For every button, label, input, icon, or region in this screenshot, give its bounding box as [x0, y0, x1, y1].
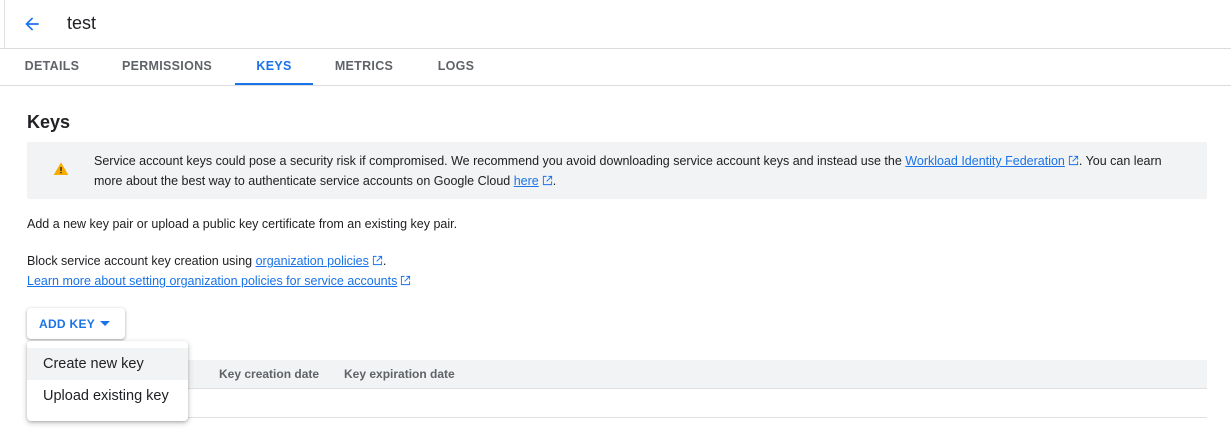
dropdown-caret-icon [100, 321, 110, 326]
arrow-back-icon [25, 17, 39, 31]
column-header-creation-date: Key creation date [219, 367, 320, 381]
section-title: Keys [27, 112, 71, 132]
external-link-icon [372, 255, 382, 266]
learn-more-org-policies-link[interactable]: Learn more about setting organization po… [27, 274, 397, 288]
add-key-label: ADD KEY [39, 317, 96, 331]
organization-policies-link[interactable]: organization policies [256, 254, 369, 268]
page-title: test [67, 13, 97, 33]
tab-keys[interactable]: KEYS [235, 49, 313, 85]
block-policy-end: . [382, 254, 387, 268]
table-divider [27, 417, 1207, 418]
tab-permissions[interactable]: PERMISSIONS [114, 49, 220, 85]
add-key-menu: Create new key Upload existing key [27, 341, 188, 421]
tab-logs[interactable]: LOGS [425, 49, 487, 85]
intro-text: Add a new key pair or upload a public ke… [27, 217, 458, 231]
menu-item-label: Upload existing key [43, 388, 169, 404]
banner-text-part: . [552, 174, 557, 188]
warning-icon [53, 162, 69, 175]
security-warning-banner: Service account keys could pose a securi… [27, 142, 1207, 199]
back-button[interactable] [18, 10, 46, 38]
menu-item-label: Create new key [43, 356, 144, 372]
keys-table-header: Key creation date Key expiration date [27, 360, 1207, 389]
banner-message: Service account keys could pose a securi… [94, 151, 1184, 191]
external-link-icon [542, 175, 552, 186]
tab-metrics[interactable]: METRICS [326, 49, 402, 85]
learn-more-line: Learn more about setting organization po… [27, 274, 411, 288]
menu-item-upload-existing-key[interactable]: Upload existing key [27, 380, 188, 412]
workload-identity-link[interactable]: Workload Identity Federation [905, 154, 1065, 168]
banner-text-part: Service account keys could pose a securi… [94, 154, 906, 168]
external-link-icon [401, 275, 411, 286]
external-link-icon [1068, 155, 1078, 166]
page-header: test [0, 0, 1231, 49]
block-policy-text: Block service account key creation using [27, 254, 256, 268]
auth-learn-more-link[interactable]: here [514, 174, 539, 188]
tab-details[interactable]: DETAILS [12, 49, 92, 85]
tab-bar: DETAILS PERMISSIONS KEYS METRICS LOGS [0, 49, 1231, 86]
block-policy-line: Block service account key creation using… [27, 254, 386, 268]
menu-item-create-new-key[interactable]: Create new key [27, 348, 188, 380]
add-key-button[interactable]: ADD KEY [27, 308, 125, 339]
column-header-expiration-date: Key expiration date [344, 367, 455, 381]
